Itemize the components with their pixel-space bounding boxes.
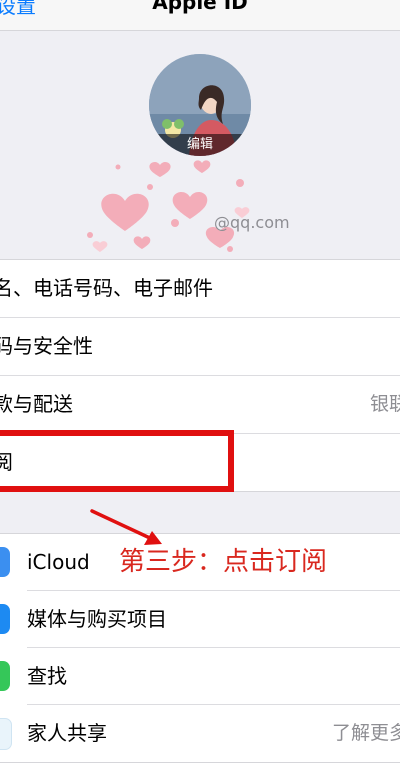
navigation-bar: 设置 Apple ID (0, 0, 400, 31)
row-label: 家人共享 (27, 721, 107, 745)
row-label: 阅 (0, 450, 13, 474)
icloud-row[interactable]: iCloud (0, 534, 400, 591)
row-label: 查找 (27, 664, 67, 688)
app-store-icon (0, 604, 10, 634)
account-email: @qq.com (214, 213, 290, 232)
services-group: iCloud 媒体与购买项目 查找 家人共享 了解更多 (0, 533, 400, 763)
account-settings-group: 名、电话号码、电子邮件 码与安全性 款与配送 银联 阅 (0, 259, 400, 492)
row-label: 码与安全性 (0, 334, 93, 358)
row-label: 媒体与购买项目 (27, 607, 167, 631)
payment-shipping-row[interactable]: 款与配送 银联 (0, 376, 400, 434)
name-phone-email-row[interactable]: 名、电话号码、电子邮件 (0, 260, 400, 318)
icloud-icon (0, 547, 10, 577)
apple-id-screen: 设置 Apple ID 编辑 @qq.com 名、电话号码、电子邮件 码与安全性… (0, 0, 400, 763)
profile-header: 编辑 @qq.com (0, 31, 400, 259)
learn-more-detail: 了解更多 (331, 722, 400, 744)
row-label: 款与配送 (0, 392, 73, 416)
row-label: 名、电话号码、电子邮件 (0, 276, 213, 300)
find-my-icon (0, 661, 10, 691)
page-title: Apple ID (152, 0, 248, 14)
payment-method-detail: 银联 (369, 393, 400, 415)
password-security-row[interactable]: 码与安全性 (0, 318, 400, 376)
media-purchases-row[interactable]: 媒体与购买项目 (0, 591, 400, 648)
row-label: iCloud (27, 550, 90, 574)
family-sharing-icon (0, 718, 12, 750)
family-sharing-row[interactable]: 家人共享 了解更多 (0, 705, 400, 762)
hearts-decoration (87, 160, 250, 252)
find-my-row[interactable]: 查找 (0, 648, 400, 705)
subscriptions-row[interactable]: 阅 (0, 434, 400, 491)
avatar[interactable]: 编辑 (149, 54, 251, 156)
